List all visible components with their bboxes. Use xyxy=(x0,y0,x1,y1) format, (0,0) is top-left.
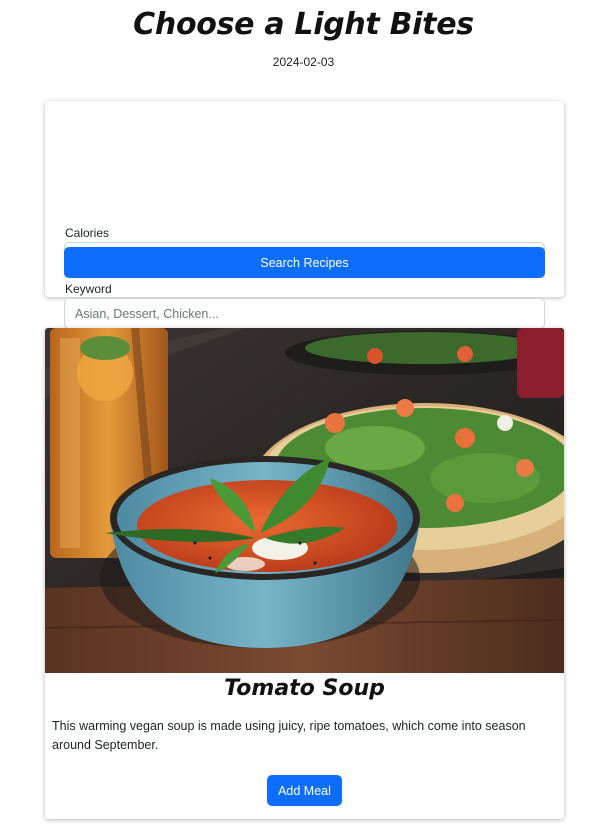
add-meal-button[interactable]: Add Meal xyxy=(267,775,342,806)
search-recipes-button[interactable]: Search Recipes xyxy=(64,247,545,278)
keyword-label: Keyword xyxy=(65,282,112,296)
recipe-title: Tomato Soup xyxy=(224,676,385,701)
recipe-image xyxy=(45,328,564,673)
page-title: Choose a Light Bites xyxy=(133,7,474,42)
search-card: Calories Keyword Search Recipes xyxy=(45,101,564,329)
keyword-input[interactable] xyxy=(64,298,545,329)
calories-label: Calories xyxy=(65,226,110,240)
recipe-card: Tomato Soup This warming vegan soup is m… xyxy=(45,328,564,819)
page-date: 2024-02-03 xyxy=(272,55,335,69)
recipe-description: This warming vegan soup is made using ju… xyxy=(52,719,526,752)
